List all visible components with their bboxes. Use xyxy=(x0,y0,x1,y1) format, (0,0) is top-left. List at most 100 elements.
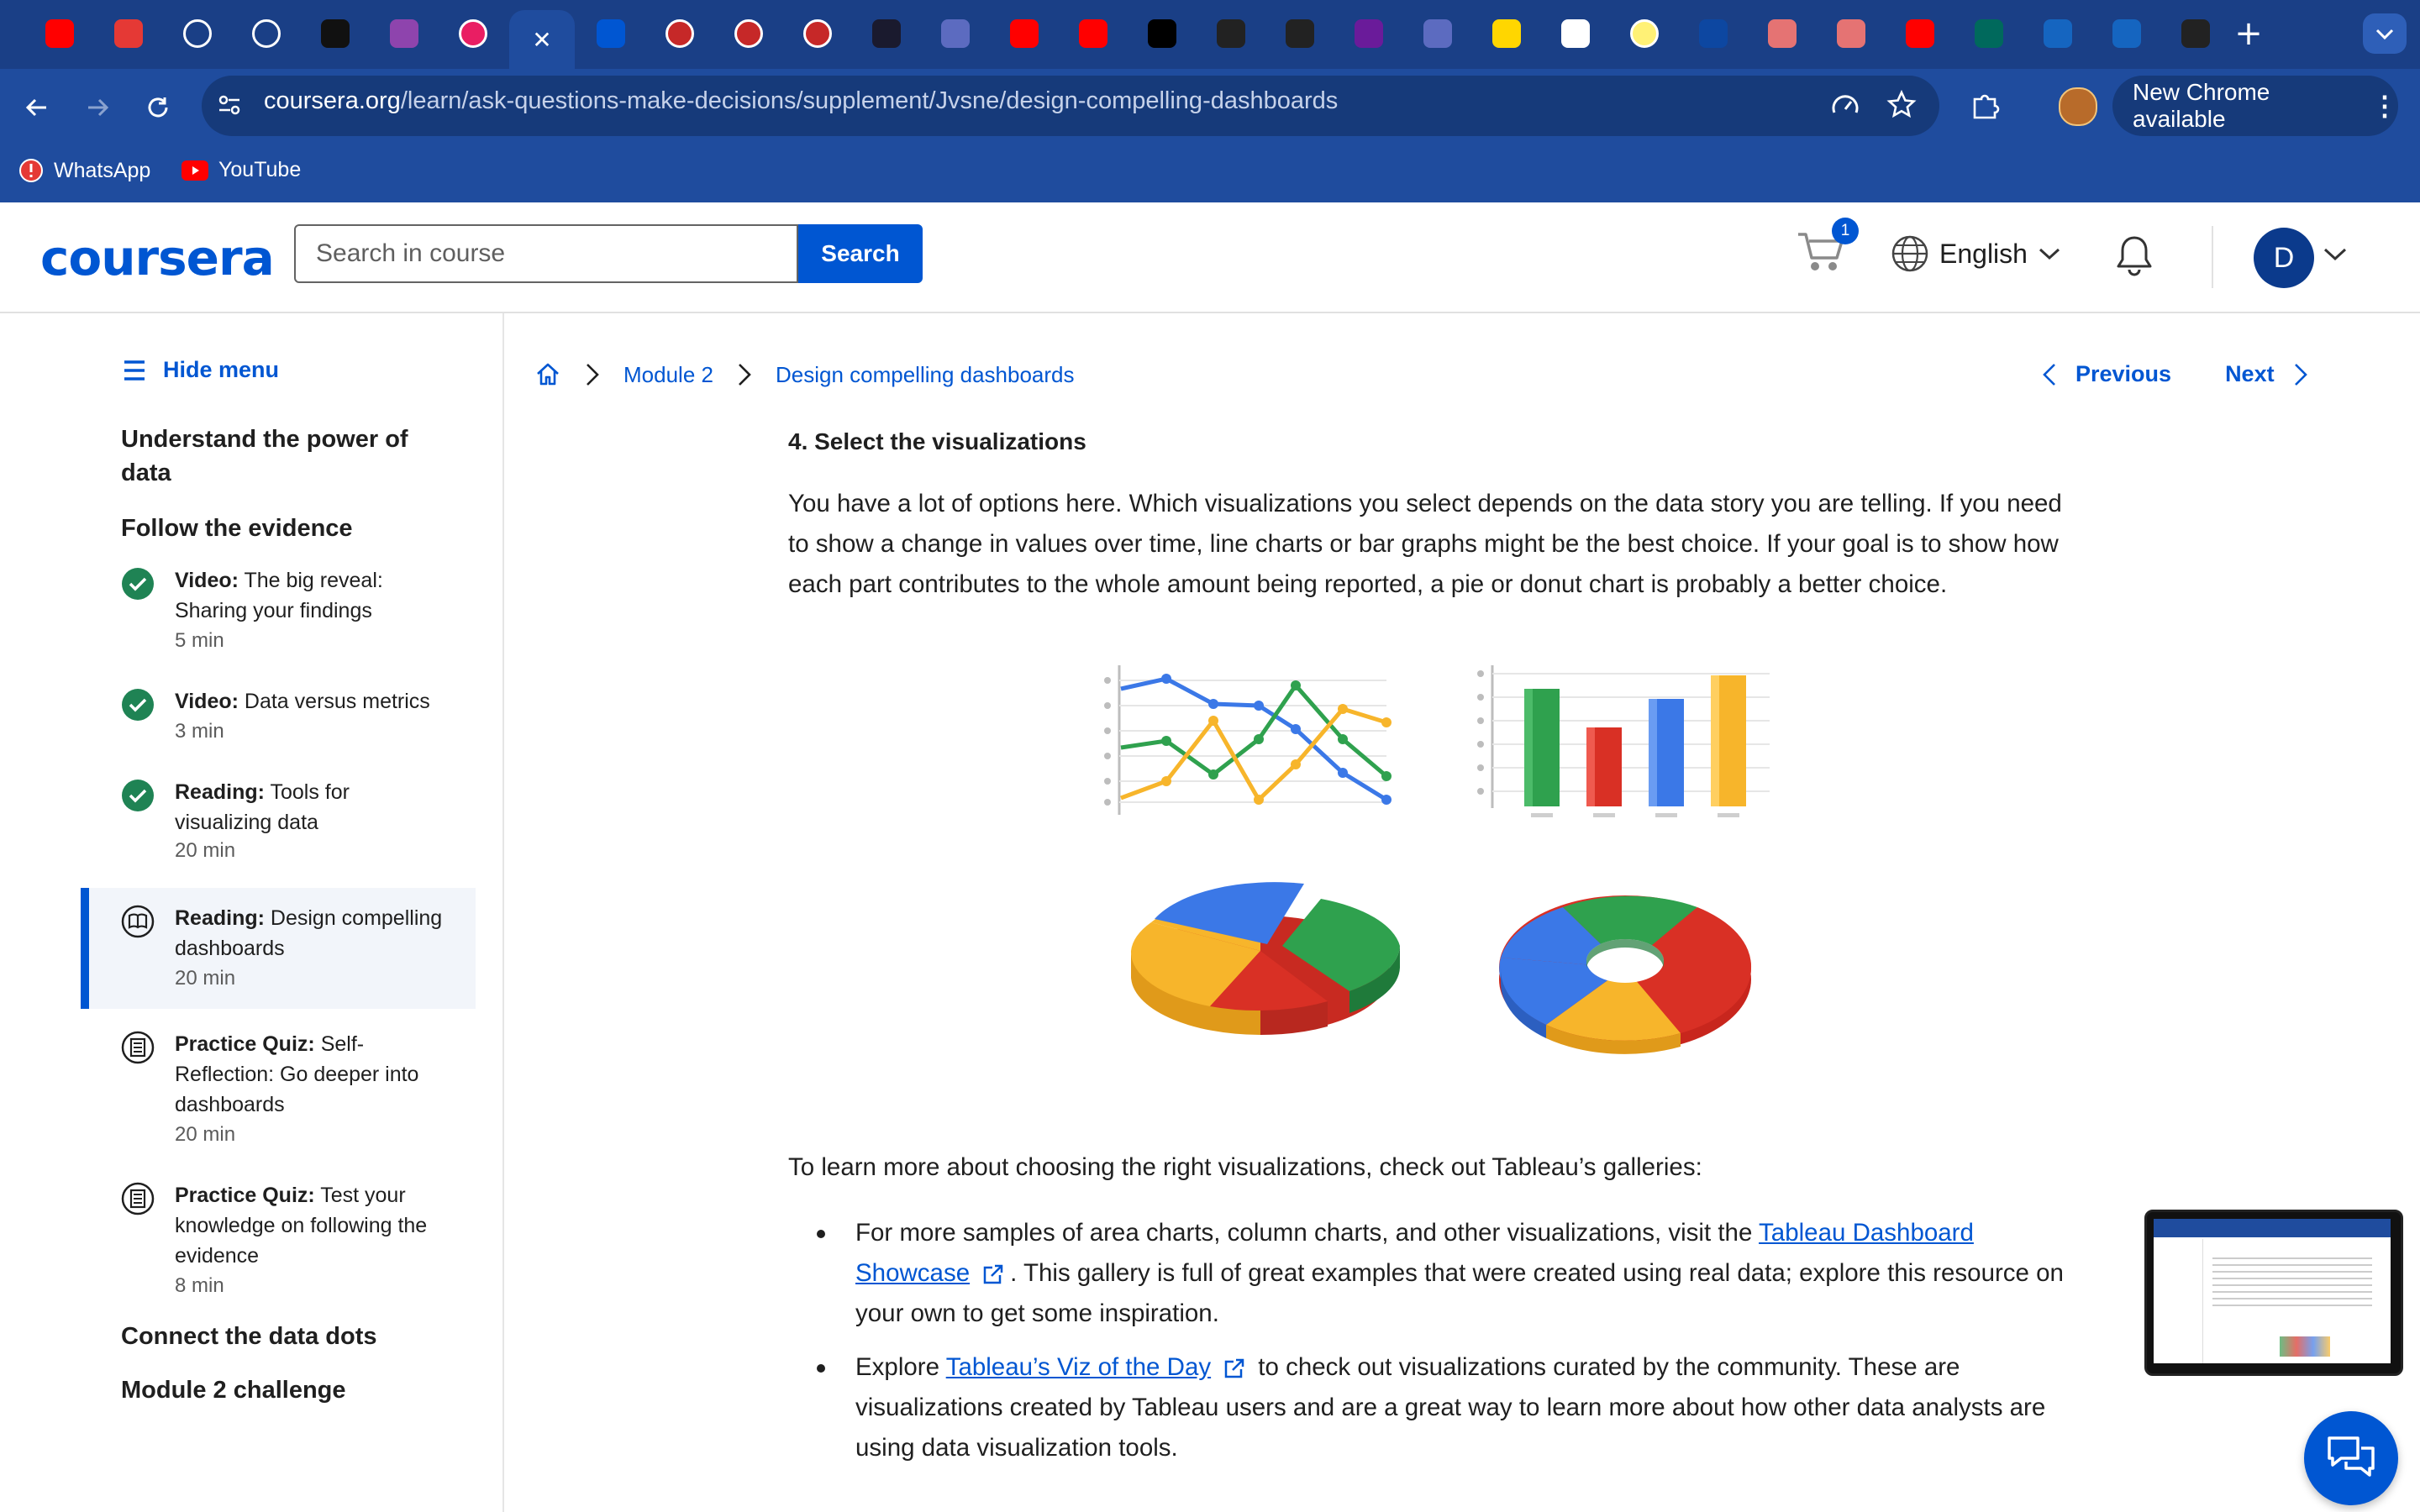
m-logo-icon xyxy=(1423,19,1452,48)
browser-tab[interactable] xyxy=(1818,10,1884,57)
browser-tab[interactable] xyxy=(647,10,713,57)
user-avatar[interactable]: D xyxy=(2254,228,2314,288)
youtube-ring-icon xyxy=(734,19,763,48)
browser-tab[interactable] xyxy=(2163,10,2228,57)
quiz-icon xyxy=(121,1182,155,1215)
browser-tab[interactable] xyxy=(1956,10,2022,57)
language-selector[interactable]: English xyxy=(1891,234,2061,273)
sidebar-item-data-vs-metrics[interactable]: Video: Data versus metrics 3 min xyxy=(81,678,476,753)
notifications-bell-icon[interactable] xyxy=(2112,233,2156,280)
wave-icon xyxy=(1699,19,1728,48)
back-button[interactable] xyxy=(17,87,57,128)
browser-tab[interactable] xyxy=(992,10,1057,57)
sidebar-item-design-dashboards[interactable]: Reading: Design compelling dashboards 20… xyxy=(81,888,476,1009)
previous-button[interactable]: Previous xyxy=(2042,361,2171,387)
lesson-navigation: Previous Next xyxy=(2042,361,2308,387)
c-blue-icon xyxy=(2112,19,2141,48)
tab-strip: ✕ xyxy=(0,0,2420,69)
picture-in-picture-thumbnail[interactable] xyxy=(2144,1210,2403,1376)
cart-badge: 1 xyxy=(1832,218,1859,244)
browser-tab[interactable] xyxy=(1405,10,1470,57)
coursera-logo[interactable]: coursera xyxy=(40,229,275,286)
tab-search-button[interactable] xyxy=(2363,13,2407,54)
hide-menu-button[interactable]: Hide menu xyxy=(123,357,279,383)
browser-tab[interactable] xyxy=(1198,10,1264,57)
arrow-left-icon xyxy=(25,98,46,117)
browser-tab[interactable] xyxy=(1612,10,1677,57)
youtube-icon xyxy=(182,160,208,181)
browser-tab[interactable] xyxy=(371,10,437,57)
update-label: New Chrome available xyxy=(2133,79,2270,132)
forward-button[interactable] xyxy=(77,87,118,128)
site-info-icon[interactable] xyxy=(217,92,242,118)
browser-tab[interactable] xyxy=(923,10,988,57)
breadcrumb-module[interactable]: Module 2 xyxy=(623,362,713,388)
globe-icon xyxy=(1891,235,1928,272)
extensions-icon[interactable] xyxy=(1970,89,2002,121)
reload-button[interactable] xyxy=(138,87,178,128)
bullet-text: Explore xyxy=(855,1353,946,1381)
section-module2-challenge[interactable]: Module 2 challenge xyxy=(121,1373,346,1407)
sidebar-item-test-knowledge-quiz[interactable]: Practice Quiz: Test your knowledge on fo… xyxy=(81,1172,476,1306)
browser-tab[interactable] xyxy=(578,10,644,57)
browser-tab[interactable] xyxy=(440,10,506,57)
new-chrome-available-button[interactable]: New Chrome available ⋮ xyxy=(2112,76,2398,136)
section-connect-dots[interactable]: Connect the data dots xyxy=(121,1320,377,1353)
pie-chart-illustration xyxy=(1130,882,1400,1036)
bookmark-star-icon[interactable] xyxy=(1886,89,1918,121)
b-yellow-icon xyxy=(1492,19,1521,48)
browser-tab[interactable] xyxy=(785,10,850,57)
header-divider xyxy=(2212,226,2213,288)
section-understand-power[interactable]: Understand the power of data xyxy=(121,423,457,490)
browser-tab[interactable] xyxy=(716,10,781,57)
profile-avatar[interactable] xyxy=(2059,87,2097,126)
book-open-icon xyxy=(121,905,155,938)
url-text[interactable]: coursera.org/learn/ask-questions-make-de… xyxy=(264,87,1338,115)
browser-tab[interactable] xyxy=(1887,10,1953,57)
browser-tab[interactable] xyxy=(1543,10,1608,57)
browser-tab[interactable] xyxy=(854,10,919,57)
browser-tab[interactable] xyxy=(234,10,299,57)
chat-support-button[interactable] xyxy=(2304,1411,2398,1505)
search-button[interactable]: Search xyxy=(798,224,923,283)
browser-tab[interactable] xyxy=(1681,10,1746,57)
pip-text-lines xyxy=(2212,1252,2372,1311)
github-icon xyxy=(321,19,350,48)
performance-icon[interactable] xyxy=(1830,91,1860,121)
red-ball-icon xyxy=(1768,19,1797,48)
browser-tab[interactable] xyxy=(96,10,161,57)
sidebar-item-tools-visualizing[interactable]: Reading: Tools for visualizing data 20 m… xyxy=(81,769,476,869)
external-link-icon[interactable] xyxy=(981,1263,1005,1286)
browser-tab[interactable] xyxy=(165,10,230,57)
browser-tab[interactable] xyxy=(2094,10,2160,57)
browser-tab[interactable] xyxy=(27,10,92,57)
home-icon[interactable] xyxy=(534,361,561,388)
tableau-viz-of-the-day-link[interactable]: Tableau’s Viz of the Day xyxy=(946,1353,1211,1381)
external-link-icon[interactable] xyxy=(1223,1357,1246,1380)
browser-tab[interactable]: ✕ xyxy=(509,10,575,69)
sidebar-item-self-reflection-quiz[interactable]: Practice Quiz: Self-Reflection: Go deepe… xyxy=(81,1021,476,1155)
youtube-ring-icon xyxy=(803,19,832,48)
section-follow-evidence[interactable]: Follow the evidence xyxy=(121,512,353,545)
browser-tab[interactable] xyxy=(1267,10,1333,57)
search-input[interactable]: Search in course xyxy=(294,224,798,283)
next-button[interactable]: Next xyxy=(2225,361,2308,387)
chevron-right-icon xyxy=(587,364,599,386)
breadcrumb-page[interactable]: Design compelling dashboards xyxy=(776,362,1075,388)
sidebar-item-text: Practice Quiz: Test your knowledge on fo… xyxy=(175,1180,452,1271)
line-chart-illustration xyxy=(1104,665,1392,815)
browser-tab[interactable] xyxy=(1060,10,1126,57)
openai-icon xyxy=(2181,19,2210,48)
browser-tab[interactable] xyxy=(2025,10,2091,57)
bookmark-youtube[interactable]: YouTube xyxy=(182,158,301,182)
browser-tab[interactable] xyxy=(1474,10,1539,57)
sidebar-item-big-reveal[interactable]: Video: The big reveal: Sharing your find… xyxy=(81,557,476,658)
bookmark-whatsapp[interactable]: WhatsApp xyxy=(18,158,150,183)
browser-tab[interactable] xyxy=(1129,10,1195,57)
browser-tab[interactable] xyxy=(302,10,368,57)
item-type: Video: xyxy=(175,690,239,713)
chevron-down-icon[interactable] xyxy=(2323,246,2348,263)
browser-tab[interactable] xyxy=(1336,10,1402,57)
browser-tab[interactable] xyxy=(1749,10,1815,57)
new-tab-button[interactable]: + xyxy=(2225,14,2272,53)
